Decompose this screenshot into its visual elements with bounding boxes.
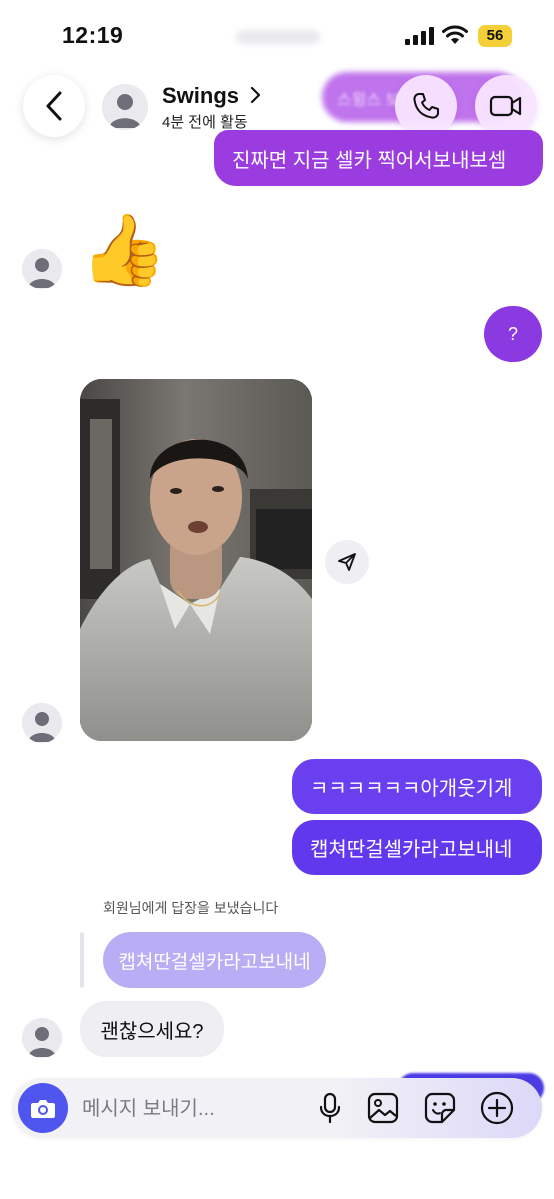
video-call-button[interactable] bbox=[475, 75, 537, 137]
sender-avatar[interactable] bbox=[22, 1018, 62, 1058]
default-avatar-icon bbox=[102, 84, 148, 130]
outgoing-message[interactable]: 캡쳐딴걸셀카라고보내네 bbox=[292, 820, 542, 875]
incoming-message[interactable]: 괜찮으세요? bbox=[80, 1001, 224, 1057]
message-input[interactable] bbox=[80, 1092, 304, 1126]
gallery-icon bbox=[367, 1092, 399, 1124]
contact-name[interactable]: Swings bbox=[162, 83, 239, 109]
sticker-icon bbox=[424, 1092, 456, 1124]
contact-active-status: 4분 전에 활동 bbox=[162, 114, 248, 131]
signal-icon bbox=[405, 27, 434, 45]
microphone-icon bbox=[319, 1092, 341, 1124]
status-time: 12:19 bbox=[62, 22, 124, 48]
voice-call-button[interactable] bbox=[395, 75, 457, 137]
dynamic-island-blur bbox=[236, 30, 320, 44]
share-button[interactable] bbox=[325, 540, 369, 584]
video-thumbnail bbox=[80, 379, 312, 741]
video-message[interactable] bbox=[80, 379, 312, 741]
call-icon bbox=[413, 93, 439, 119]
sender-avatar[interactable] bbox=[22, 703, 62, 743]
send-icon bbox=[338, 553, 356, 571]
chevron-right-icon[interactable] bbox=[249, 86, 261, 104]
outgoing-message[interactable]: ? bbox=[484, 306, 542, 362]
gallery-button[interactable] bbox=[365, 1090, 401, 1126]
battery-indicator: 56 bbox=[478, 25, 512, 47]
add-button[interactable] bbox=[479, 1090, 515, 1126]
camera-icon bbox=[31, 1100, 55, 1118]
replied-to-message[interactable]: 캡쳐딴걸셀카라고보내네 bbox=[103, 932, 326, 988]
default-avatar-icon bbox=[22, 703, 62, 743]
wifi-icon bbox=[442, 25, 468, 44]
outgoing-message[interactable]: ㅋㅋㅋㅋㅋㅋ아개웃기게 bbox=[292, 759, 542, 814]
thumbs-up-emoji-message[interactable]: 👍 bbox=[80, 210, 167, 290]
reply-note: 회원님에게 답장을 보냈습니다 bbox=[103, 900, 279, 916]
reply-quote-line bbox=[80, 932, 84, 988]
back-chevron-icon bbox=[46, 91, 62, 121]
sender-avatar[interactable] bbox=[22, 249, 62, 289]
microphone-button[interactable] bbox=[312, 1090, 348, 1126]
plus-icon bbox=[480, 1091, 514, 1125]
default-avatar-icon bbox=[22, 249, 62, 289]
video-camera-icon bbox=[489, 95, 522, 117]
back-button[interactable] bbox=[23, 75, 85, 137]
default-avatar-icon bbox=[22, 1018, 62, 1058]
camera-button[interactable] bbox=[18, 1083, 68, 1133]
sticker-button[interactable] bbox=[422, 1090, 458, 1126]
contact-avatar[interactable] bbox=[102, 84, 148, 130]
outgoing-message[interactable]: 진짜면 지금 셀카 찍어서보내보셈 bbox=[214, 130, 543, 186]
